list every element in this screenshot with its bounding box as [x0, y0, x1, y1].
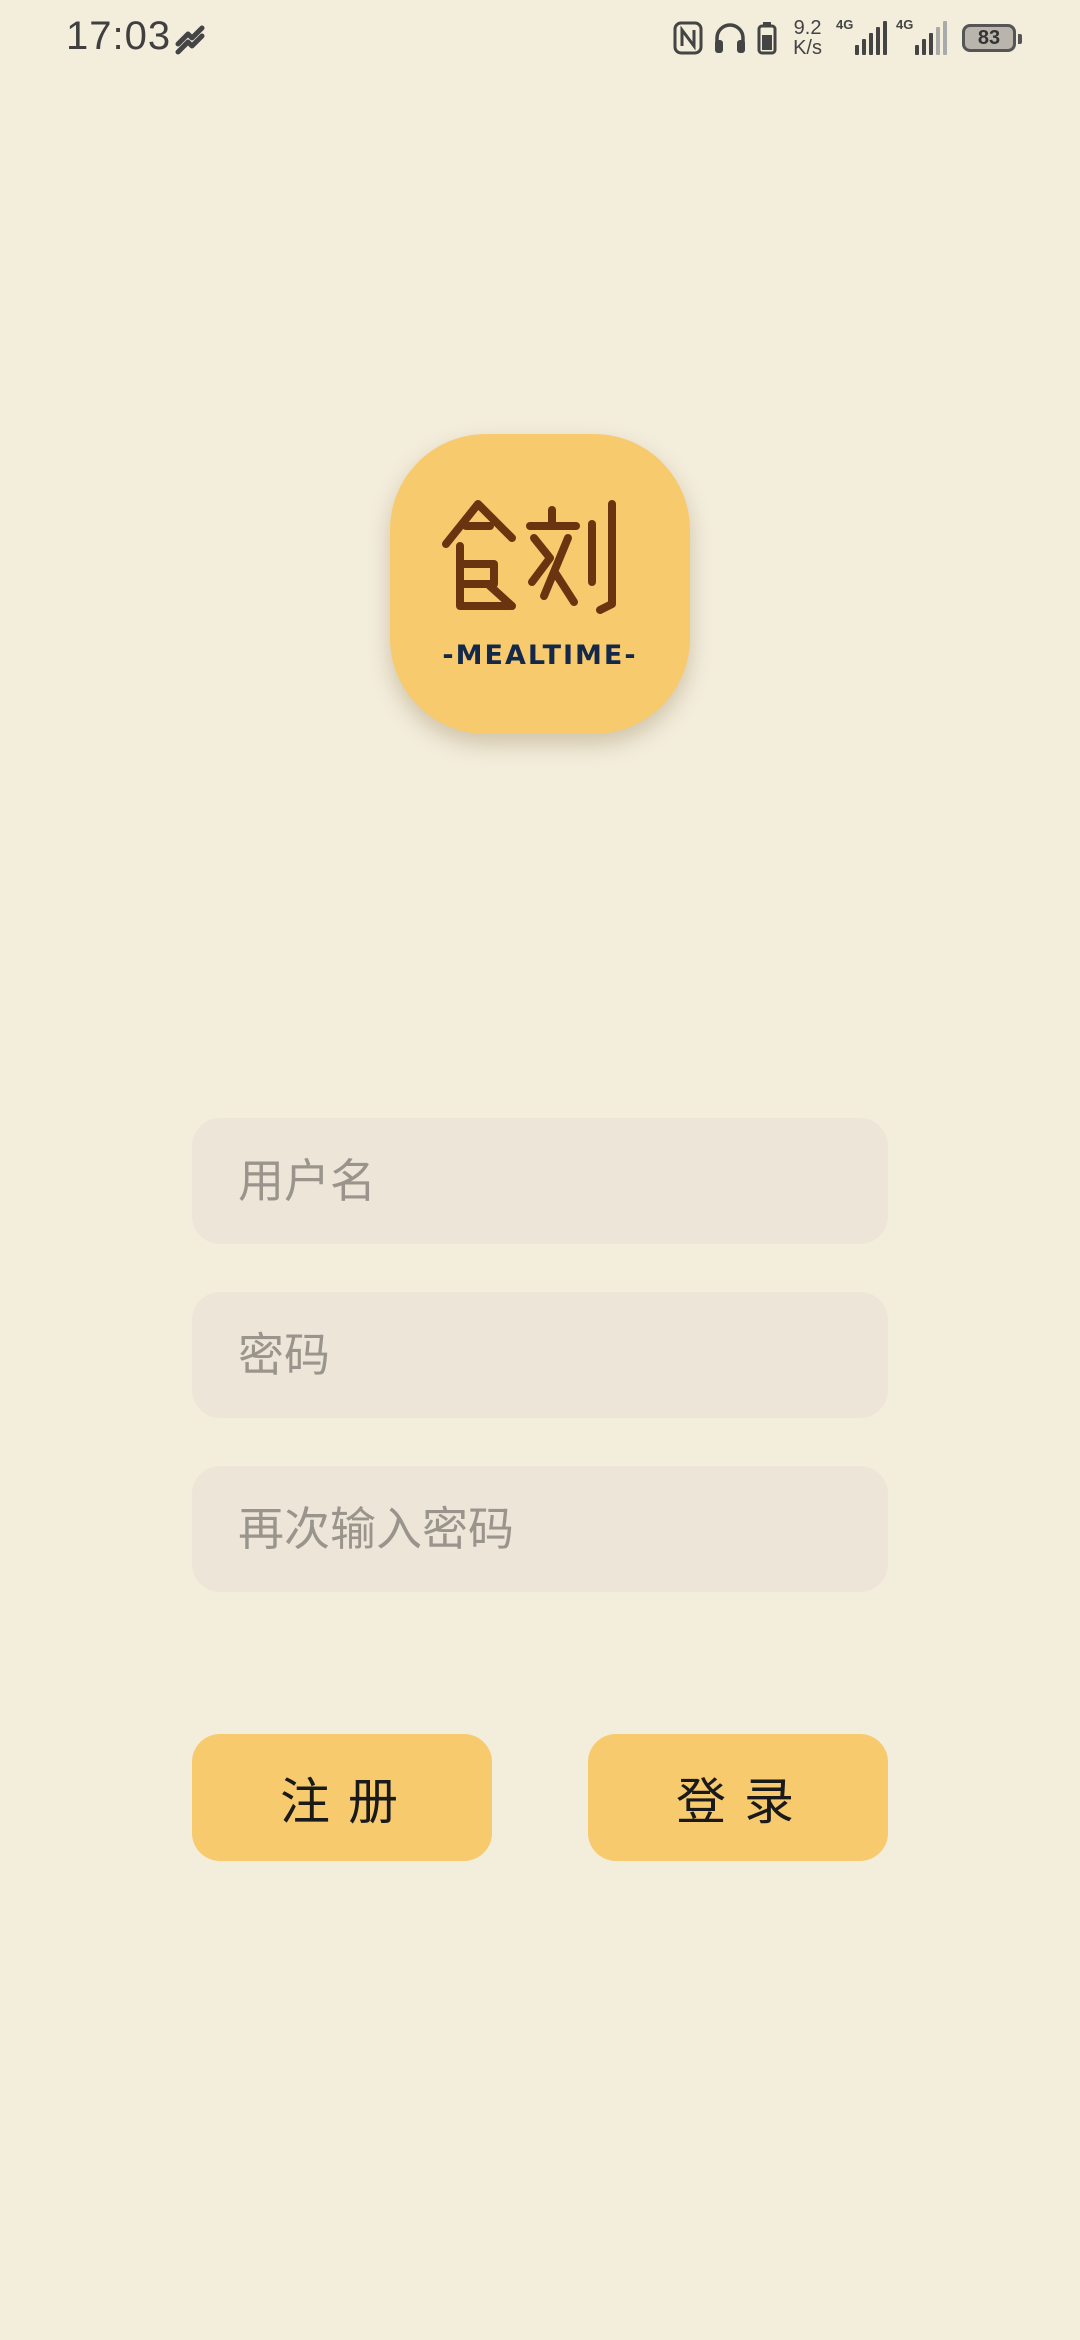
app-logo: -MEALTIME-: [390, 434, 690, 734]
confirm-password-input[interactable]: [192, 1466, 888, 1592]
status-bar: 17:03 9.2 K/s 4G 4G 83: [0, 0, 1080, 80]
username-input[interactable]: [192, 1118, 888, 1244]
status-icons: 9.2 K/s 4G 4G 83: [673, 16, 1022, 60]
notification-icon: [175, 25, 205, 55]
network-speed-value: 9.2: [793, 17, 822, 39]
device-battery-icon: [757, 22, 777, 55]
status-time: 17:03: [66, 14, 172, 58]
mealtime-logo-icon: -MEALTIME-: [442, 500, 637, 671]
password-input[interactable]: [192, 1292, 888, 1418]
logo-subtitle: -MEALTIME-: [442, 640, 637, 671]
battery-level: 83: [962, 24, 1022, 52]
sim1-network-label: 4G: [836, 17, 854, 32]
register-button[interactable]: 注册: [192, 1734, 492, 1861]
network-speed: 9.2 K/s: [793, 18, 822, 58]
signal-sim1-icon: 4G: [836, 17, 888, 55]
headphones-icon: [715, 23, 746, 53]
sim2-network-label: 4G: [896, 17, 914, 32]
nfc-icon: [673, 21, 703, 55]
network-speed-unit: K/s: [793, 37, 822, 59]
signal-sim2-icon: 4G: [896, 17, 948, 55]
login-button[interactable]: 登录: [588, 1734, 888, 1861]
